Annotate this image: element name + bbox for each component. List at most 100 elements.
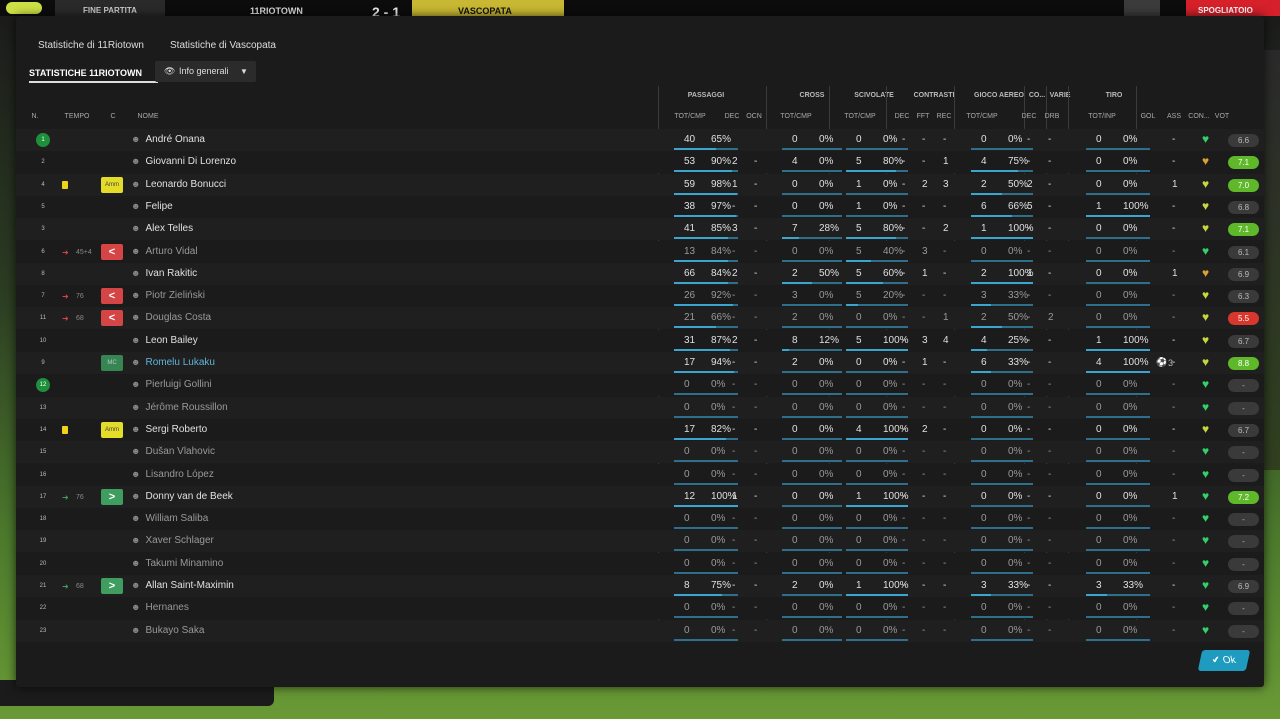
player-name[interactable]: ☻ Piotr Zieliński [131, 290, 205, 301]
column-header[interactable]: TOT/CMP [960, 113, 1004, 120]
stat-total: 0 [684, 557, 690, 569]
table-row[interactable]: 14 Amm ☻ Sergi Roberto 17 82% 0 0% 4 100% 0 0% 0 0% - -… [16, 418, 1264, 441]
stat-percent: 65% [711, 134, 732, 145]
table-row[interactable]: 17 ➜ 76 > ☻ Donny van de Beek 12 100% 0 0% 1 100% 0 0… [16, 485, 1264, 508]
stat-value: - [754, 290, 758, 302]
column-header[interactable]: DEC [892, 113, 912, 120]
table-row[interactable]: 10 ☻ Leon Bailey 31 87% 8 12% 5 100% 4 25% 1 100% 2- -… [16, 329, 1264, 352]
stat-value: - [732, 446, 736, 458]
person-icon: ☻ [131, 245, 141, 256]
table-row[interactable]: 18 ☻ William Saliba 0 0% 0 0% 0 0% 0 0% 0 0% - - - - - - - -… [16, 508, 1264, 531]
stat-value: - [902, 357, 906, 368]
table-row[interactable]: 23 ☻ Bukayo Saka 0 0% 0 0% 0 0% 0 0% 0 0% - - - - - - - - ♥ - [16, 619, 1264, 642]
table-row[interactable]: 8 ☻ Ivan Rakitic 66 84% 2 50% 5 60% 2 100% 0 0% 2- -1-… [16, 262, 1264, 285]
column-header[interactable]: N. [29, 113, 41, 120]
column-header[interactable]: NOME [128, 113, 168, 120]
column-header[interactable]: REC [934, 113, 954, 120]
player-name[interactable]: ☻ Leon Bailey [131, 335, 198, 346]
player-name-text: Giovanni Di Lorenzo [145, 156, 237, 168]
table-row[interactable]: 5 ☻ Felipe 38 97% 0 0% 1 0% 6 66% 1 100% - - - - - 5 - - ♥ 6.8 [16, 195, 1264, 218]
player-name[interactable]: ☻ Xaver Schlager [131, 535, 214, 546]
stat-percent: 0% [819, 557, 834, 569]
table-row[interactable]: 16 ☻ Lisandro López 0 0% 0 0% 0 0% 0 0% 0 0% - - - - - - - -… [16, 463, 1264, 486]
table-row[interactable]: 9 MC ☻ Romelu Lukaku 17 94% 2 0% 0 0% 6 33% 4 100% - - -… [16, 352, 1264, 374]
stat-total: 2 [792, 357, 798, 368]
stat-bar [1086, 281, 1150, 284]
player-name[interactable]: ☻ André Onana [131, 134, 205, 145]
stat-bar [1086, 415, 1150, 418]
player-name[interactable]: ☻ Lisandro López [131, 469, 214, 480]
table-row[interactable]: 20 ☻ Takumi Minamino 0 0% 0 0% 0 0% 0 0% 0 0% - - - - - - -… [16, 552, 1264, 575]
stat-bar-fill [971, 281, 1033, 284]
stat-percent: 75% [711, 580, 732, 591]
stat-total: 17 [684, 357, 696, 368]
column-header[interactable]: CON... [1186, 113, 1212, 120]
column-header[interactable]: TOT/CMP [668, 113, 712, 120]
view-dropdown[interactable]: 👁 Info generali ▼ [155, 61, 256, 82]
column-header[interactable]: DRB [1041, 113, 1063, 120]
player-name[interactable]: ☻ Douglas Costa [131, 312, 211, 323]
table-row[interactable]: 21 ➜ 68 > ☻ Allan Saint-Maximin 8 75% 2 0% 1 100% 3 3… [16, 575, 1264, 597]
player-name[interactable]: ☻ Romelu Lukaku [131, 357, 215, 368]
player-name[interactable]: ☻ Giovanni Di Lorenzo [131, 156, 236, 167]
table-row[interactable]: 3 ☻ Alex Telles 41 85% 7 28% 5 80% 1 100% 0 0% 3- - -2-… [16, 218, 1264, 241]
table-row[interactable]: 12 ☻ Pierluigi Gollini 0 0% 0 0% 0 0% 0 0% 0 0% - - - - -… [16, 374, 1264, 397]
player-name[interactable]: ☻ Dušan Vlahovic [131, 446, 215, 457]
table-row[interactable]: 7 ➜ 76 < ☻ Piotr Zieliński 26 92% 3 0% 5 20% 3 33% 0 0%… [16, 285, 1264, 308]
table-row[interactable]: 15 ☻ Dušan Vlahovic 0 0% 0 0% 0 0% 0 0% 0 0% - - - - - - - -… [16, 441, 1264, 464]
ok-button[interactable]: ✔ Ok [1197, 650, 1251, 671]
stat-total: 0 [981, 602, 987, 614]
stat-total: 0 [856, 624, 862, 636]
topbar-control[interactable] [1124, 0, 1160, 16]
column-header[interactable]: GOL [1138, 113, 1158, 120]
stat-value: - [902, 334, 906, 346]
player-name[interactable]: ☻ Leonardo Bonucci [131, 179, 226, 190]
player-name[interactable]: ☻ Bukayo Saka [131, 625, 204, 636]
stat-bar [782, 371, 842, 373]
player-name[interactable]: ☻ Sergi Roberto [131, 424, 207, 435]
table-row[interactable]: 4 Amm ☻ Leonardo Bonucci 59 98% 0 0% 1 0% 2 50% 0 0% 1… [16, 173, 1264, 196]
stat-percent: 75% [1008, 156, 1029, 168]
table-row[interactable]: 22 ☻ Hernanes 0 0% 0 0% 0 0% 0 0% 0 0% - - - - - - - - ♥ - [16, 597, 1264, 620]
stat-total: 0 [1096, 379, 1102, 391]
column-header[interactable]: TOT/CMP [838, 113, 882, 120]
stat-value: - [1027, 156, 1031, 168]
status-tag: < [101, 243, 123, 260]
tab-away-stats[interactable]: Statistiche di Vascopata [170, 40, 276, 51]
table-row[interactable]: 13 ☻ Jérôme Roussillon 0 0% 0 0% 0 0% 0 0% 0 0% - - - - -… [16, 396, 1264, 419]
stat-total: 0 [1096, 624, 1102, 636]
column-header[interactable]: TOT/CMP [774, 113, 818, 120]
table-row[interactable]: 2 ☻ Giovanni Di Lorenzo 53 90% 4 0% 5 80% 4 75% 0 0%… [16, 151, 1264, 174]
column-header[interactable]: DEC [722, 113, 742, 120]
column-header[interactable]: ASS [1164, 113, 1184, 120]
stat-total: 0 [1096, 446, 1102, 458]
dressing-room-button[interactable]: SPOGLIATOIO [1186, 0, 1280, 16]
player-name[interactable]: ☻ Donny van de Beek [131, 491, 233, 502]
table-row[interactable]: 1 ☻ André Onana 40 65% 0 0% 0 0% 0 0% 0 0% - - - - - - ♥ 6.6 [16, 129, 1264, 151]
stat-value: - [902, 535, 906, 547]
column-header[interactable]: TOT/INP [1078, 113, 1126, 120]
column-header[interactable]: OCN [742, 113, 766, 120]
table-row[interactable]: 6 ➜ 45+4 < ☻ Arturo Vidal 13 84% 0 0% 5 40% 0 0% 0 0% - -… [16, 240, 1264, 263]
shirt-number: 8 [41, 270, 45, 277]
player-name[interactable]: ☻ Pierluigi Gollini [131, 379, 212, 390]
player-name[interactable]: ☻ Hernanes [131, 602, 189, 613]
player-name[interactable]: ☻ Jérôme Roussillon [131, 402, 228, 413]
stat-bar [674, 326, 738, 329]
player-name[interactable]: ☻ Arturo Vidal [131, 246, 198, 257]
tab-home-stats[interactable]: Statistiche di 11Riotown [38, 40, 144, 51]
player-name[interactable]: ☻ Felipe [131, 201, 173, 212]
column-header[interactable]: DEC [1019, 113, 1039, 120]
table-row[interactable]: 19 ☻ Xaver Schlager 0 0% 0 0% 0 0% 0 0% 0 0% - - - - - - - -… [16, 530, 1264, 553]
column-header[interactable]: TEMPO [60, 113, 94, 120]
column-header[interactable]: C [106, 113, 120, 120]
column-header[interactable]: VOT [1212, 113, 1232, 120]
column-header[interactable]: FFT [913, 113, 933, 120]
player-name[interactable]: ☻ William Saliba [131, 513, 208, 524]
table-row[interactable]: 11 ➜ 68 < ☻ Douglas Costa 21 66% 2 0% 0 0% 2 50% 0 0% - -… [16, 307, 1264, 330]
player-name[interactable]: ☻ Ivan Rakitic [131, 268, 197, 279]
player-name[interactable]: ☻ Takumi Minamino [131, 558, 223, 569]
player-name[interactable]: ☻ Alex Telles [131, 223, 193, 234]
stat-percent: 87% [711, 334, 732, 346]
player-name[interactable]: ☻ Allan Saint-Maximin [131, 580, 234, 591]
